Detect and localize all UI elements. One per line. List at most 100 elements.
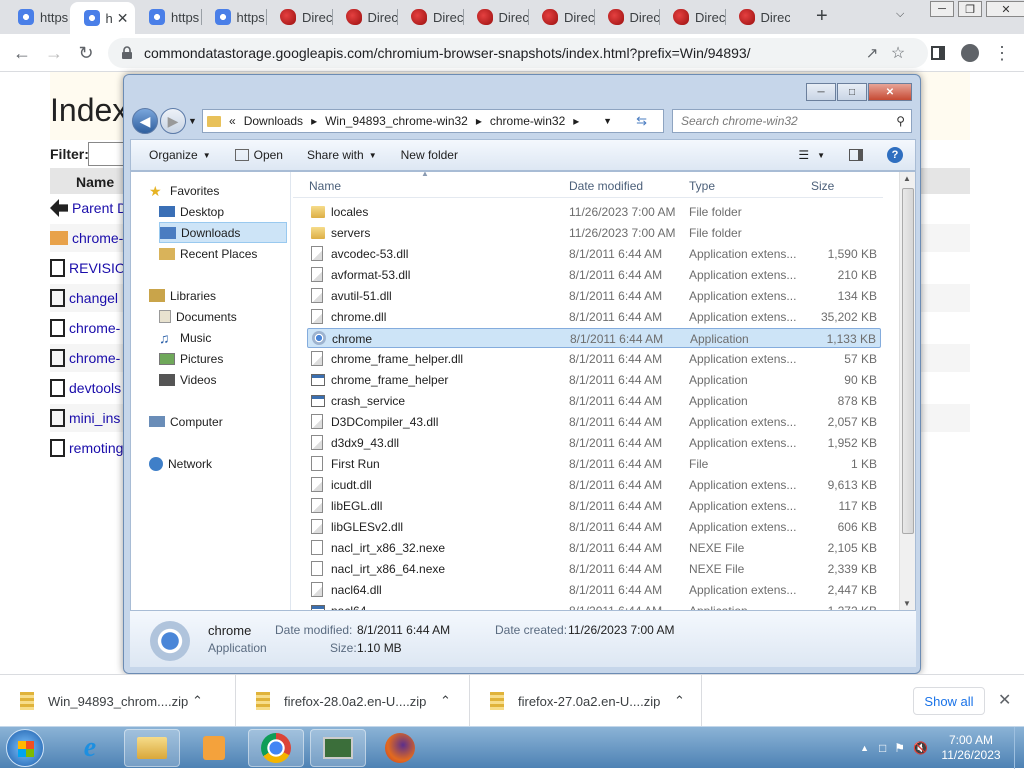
- explorer-address-bar[interactable]: « Downloads ▸ Win_94893_chrome-win32 ▸ chr…: [202, 109, 664, 133]
- share-with-button[interactable]: Share with ▼: [295, 148, 389, 162]
- nav-computer[interactable]: Computer: [149, 411, 307, 432]
- reload-button[interactable]: ↻: [74, 41, 98, 65]
- browser-restore-button[interactable]: ❐: [958, 1, 982, 17]
- file-row[interactable]: chrome_frame_helper 8/1/2011 6:44 AM Appli…: [307, 370, 881, 390]
- taskbar-app[interactable]: [310, 729, 366, 767]
- chevron-up-icon[interactable]: ⌃: [192, 693, 203, 709]
- browser-tab[interactable]: Direc: [266, 0, 332, 34]
- minimize-button[interactable]: ─: [806, 83, 836, 101]
- browser-tab[interactable]: Direc: [397, 0, 463, 34]
- explorer-forward-button[interactable]: ▶: [160, 108, 186, 134]
- browser-tab[interactable]: Direc: [463, 0, 528, 34]
- file-row[interactable]: nacl64 8/1/2011 6:44 AM Application 1,272 K…: [307, 601, 881, 610]
- back-button[interactable]: ←: [10, 41, 34, 65]
- show-hidden-icons[interactable]: ▲: [860, 743, 869, 753]
- organize-button[interactable]: Organize ▼: [131, 148, 223, 162]
- share-button[interactable]: ↗: [860, 41, 884, 65]
- file-row[interactable]: avutil-51.dll 8/1/2011 6:44 AM Application…: [307, 286, 881, 306]
- address-bar[interactable]: commondatastorage.googleapis.com/chromiu…: [108, 38, 928, 68]
- new-folder-button[interactable]: New folder: [389, 148, 470, 162]
- file-row[interactable]: nacl64.dll 8/1/2011 6:44 AM Application ex…: [307, 580, 881, 600]
- chevron-up-icon[interactable]: ⌃: [674, 693, 685, 709]
- clock[interactable]: 7:00 AM 11/26/2023: [938, 733, 1004, 763]
- chevron-right-icon[interactable]: ▸: [311, 114, 317, 128]
- recent-pages-dropdown[interactable]: ▼: [188, 116, 197, 126]
- new-tab-button[interactable]: +: [816, 5, 828, 28]
- open-button[interactable]: Open: [223, 148, 295, 162]
- taskbar-ie[interactable]: e: [62, 729, 118, 767]
- file-row[interactable]: First Run 8/1/2011 6:44 AM File 1 KB: [307, 454, 881, 474]
- browser-tab[interactable]: https: [201, 0, 267, 34]
- browser-tab[interactable]: Direc: [594, 0, 659, 34]
- bookmark-button[interactable]: ☆: [886, 41, 910, 65]
- index-link[interactable]: changel: [69, 290, 118, 306]
- filter-input[interactable]: [88, 142, 128, 166]
- close-button[interactable]: ✕: [868, 83, 912, 101]
- browser-tab[interactable]: Direc: [725, 0, 790, 34]
- browser-tab[interactable]: Direc: [332, 0, 397, 34]
- show-desktop-button[interactable]: [1014, 727, 1024, 769]
- browser-tab[interactable]: Direc: [659, 0, 725, 34]
- volume-muted-icon[interactable]: 🔇: [913, 741, 928, 755]
- taskbar-firefox[interactable]: [372, 729, 428, 767]
- index-link[interactable]: chrome-: [72, 230, 123, 246]
- file-row[interactable]: D3DCompiler_43.dll 8/1/2011 6:44 AM Applic…: [307, 412, 881, 432]
- file-list-scrollbar[interactable]: ▲ ▼: [899, 172, 915, 610]
- breadcrumb-overflow[interactable]: «: [229, 114, 236, 128]
- scroll-up-icon[interactable]: ▲: [903, 174, 911, 183]
- menu-button[interactable]: ⋮: [990, 41, 1014, 65]
- file-row[interactable]: chrome.dll 8/1/2011 6:44 AM Application ex…: [307, 307, 881, 327]
- download-item[interactable]: Win_94893_chrom....zip ⌃: [0, 675, 236, 727]
- maximize-button[interactable]: □: [837, 83, 867, 101]
- taskbar-chrome[interactable]: [248, 729, 304, 767]
- index-link[interactable]: chrome-: [69, 320, 120, 336]
- index-link[interactable]: mini_ins: [69, 410, 120, 426]
- browser-close-button[interactable]: ✕: [986, 1, 1024, 17]
- nav-downloads[interactable]: Downloads: [159, 222, 287, 243]
- forward-button[interactable]: →: [42, 41, 66, 65]
- browser-tab[interactable]: https: [135, 0, 201, 34]
- breadcrumb-win-folder[interactable]: Win_94893_chrome-win32: [325, 114, 468, 128]
- file-row[interactable]: locales 11/26/2023 7:00 AM File folder: [307, 202, 881, 222]
- chevron-up-icon[interactable]: ⌃: [440, 693, 451, 709]
- index-link[interactable]: chrome-: [69, 350, 120, 366]
- taskbar-media-player[interactable]: [186, 729, 242, 767]
- index-link[interactable]: REVISIO: [69, 260, 126, 276]
- file-row[interactable]: chrome_frame_helper.dll 8/1/2011 6:44 AM A…: [307, 349, 881, 369]
- explorer-back-button[interactable]: ◀: [132, 108, 158, 134]
- view-options-button[interactable]: ☰ ▼: [786, 148, 837, 162]
- network-warning-icon[interactable]: □: [879, 741, 886, 755]
- browser-tab[interactable]: Direc: [528, 0, 594, 34]
- chevron-right-icon[interactable]: ▸: [476, 114, 482, 128]
- download-item[interactable]: firefox-28.0a2.en-U....zip ⌃: [236, 675, 470, 727]
- file-row[interactable]: chrome 8/1/2011 6:44 AM Application 1,133 K…: [307, 328, 881, 348]
- file-row[interactable]: d3dx9_43.dll 8/1/2011 6:44 AM Application …: [307, 433, 881, 453]
- breadcrumb-chrome-win32[interactable]: chrome-win32: [490, 114, 565, 128]
- file-row[interactable]: libGLESv2.dll 8/1/2011 6:44 AM Application…: [307, 517, 881, 537]
- file-row[interactable]: servers 11/26/2023 7:00 AM File folder: [307, 223, 881, 243]
- scroll-down-icon[interactable]: ▼: [903, 599, 911, 608]
- preview-pane-button[interactable]: [837, 149, 875, 161]
- file-row[interactable]: avformat-53.dll 8/1/2011 6:44 AM Applicati…: [307, 265, 881, 285]
- index-link[interactable]: devtools: [69, 380, 121, 396]
- close-tab-icon[interactable]: ✕: [117, 10, 129, 27]
- nav-network[interactable]: Network: [149, 453, 307, 474]
- action-center-icon[interactable]: ⚑: [894, 741, 905, 755]
- index-link[interactable]: remoting: [69, 440, 123, 456]
- browser-minimize-button[interactable]: ─: [930, 1, 954, 17]
- breadcrumb-downloads[interactable]: Downloads: [244, 114, 303, 128]
- column-size[interactable]: Size: [811, 179, 834, 193]
- chevron-right-icon[interactable]: ▸: [573, 114, 579, 128]
- tab-search-button[interactable]: ⌵: [896, 8, 904, 21]
- file-row[interactable]: nacl_irt_x86_32.nexe 8/1/2011 6:44 AM NEXE…: [307, 538, 881, 558]
- file-row[interactable]: libEGL.dll 8/1/2011 6:44 AM Application ex…: [307, 496, 881, 516]
- refresh-button[interactable]: ⇆: [636, 113, 655, 129]
- nav-favorites[interactable]: ★ Favorites: [149, 180, 307, 201]
- address-dropdown[interactable]: ▼: [603, 116, 620, 126]
- start-button[interactable]: [6, 729, 44, 767]
- index-link[interactable]: Parent D: [72, 200, 127, 216]
- file-row[interactable]: nacl_irt_x86_64.nexe 8/1/2011 6:44 AM NEXE…: [307, 559, 881, 579]
- file-row[interactable]: avcodec-53.dll 8/1/2011 6:44 AM Applicatio…: [307, 244, 881, 264]
- column-type[interactable]: Type: [689, 179, 715, 193]
- download-item[interactable]: firefox-27.0a2.en-U....zip ⌃: [470, 675, 702, 727]
